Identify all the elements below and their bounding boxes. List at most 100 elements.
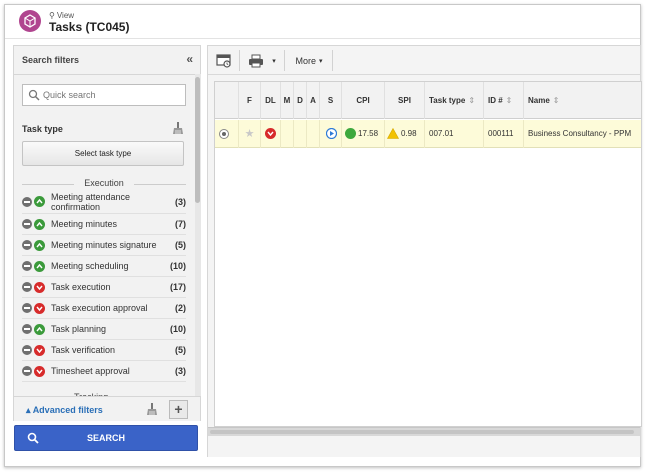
window-view-icon <box>216 53 231 68</box>
filter-item-label: Meeting minutes <box>51 219 118 229</box>
cpi-cell: 17.58 <box>342 120 385 148</box>
toolbar-separator <box>239 50 240 71</box>
column-header-task-type[interactable]: Task type ⇕ <box>425 82 484 119</box>
view-details-button[interactable] <box>212 49 236 72</box>
column-header-d[interactable]: D <box>294 82 307 119</box>
search-icon <box>28 89 40 101</box>
column-header-cpi[interactable]: CPI <box>342 82 385 119</box>
advanced-filters-label: Advanced filters <box>32 405 103 415</box>
minus-icon[interactable] <box>22 240 32 250</box>
chevron-down-icon <box>34 302 45 314</box>
clear-advanced-filters-icon[interactable] <box>146 403 158 415</box>
clear-filter-icon[interactable] <box>172 122 184 134</box>
row-select-cell[interactable] <box>215 120 239 148</box>
minus-icon[interactable] <box>22 282 32 292</box>
search-button[interactable]: SEARCH <box>14 425 198 451</box>
filter-item-label: Task execution <box>51 282 111 292</box>
filter-item[interactable]: Task verification (5) <box>22 340 186 361</box>
page-title: Tasks (TC045) <box>49 20 130 34</box>
minus-icon[interactable] <box>22 303 32 313</box>
chevron-up-icon <box>34 218 45 230</box>
filter-item-label: Task verification <box>51 345 116 355</box>
id-cell: 000111 <box>484 120 524 148</box>
task-type-cell: 007.01 <box>425 120 484 148</box>
toolbar-separator <box>332 50 333 71</box>
filter-item[interactable]: Task execution approval (2) <box>22 298 186 319</box>
spi-value: 0.98 <box>401 129 417 138</box>
column-header-name[interactable]: Name ⇕ <box>524 82 641 119</box>
minus-icon[interactable] <box>22 196 32 207</box>
star-icon[interactable]: ★ <box>245 128 255 140</box>
filter-item[interactable]: Task execution (17) <box>22 277 186 298</box>
filter-item-count: (3) <box>175 196 186 207</box>
page-header: ⚲ View Tasks (TC045) <box>5 5 640 39</box>
grid-scroll-thumb[interactable] <box>210 430 634 434</box>
print-button[interactable] <box>244 49 268 72</box>
filter-item-label: Task planning <box>51 324 107 334</box>
filter-item[interactable]: Timesheet approval (3) <box>22 361 186 382</box>
spi-cell: 0.98 <box>385 120 425 148</box>
filter-item[interactable]: Task planning (10) <box>22 319 186 340</box>
column-header-s[interactable]: S <box>320 82 342 119</box>
filter-item[interactable]: Meeting minutes signature (5) <box>22 235 186 256</box>
advanced-filters-bar: ▴ Advanced filters + <box>14 396 200 421</box>
status-cell <box>320 120 342 148</box>
filter-item-count: (10) <box>169 324 186 334</box>
filter-list-scroll-thumb[interactable] <box>195 77 200 203</box>
more-menu-button[interactable]: More ▾ <box>288 49 330 72</box>
print-dropdown-button[interactable]: ▾ <box>268 49 280 72</box>
grid-header: F DL M D A S CPI SPI Task type ⇕ ID # ⇕ Na… <box>215 82 641 119</box>
column-header-dl[interactable]: DL <box>261 82 281 119</box>
minus-icon[interactable] <box>22 219 32 229</box>
quick-search-field[interactable] <box>22 84 186 106</box>
minus-icon[interactable] <box>22 366 32 376</box>
filter-item-count: (5) <box>175 345 186 355</box>
chevron-down-icon <box>34 344 45 356</box>
add-filter-button[interactable]: + <box>169 400 188 419</box>
column-header-id[interactable]: ID # ⇕ <box>484 82 524 119</box>
collapse-panel-icon[interactable]: « <box>186 52 193 66</box>
m-cell <box>281 120 294 148</box>
view-label: View <box>56 11 75 20</box>
filter-item-label: Meeting minutes signature <box>51 240 157 250</box>
chevron-down-icon <box>34 281 45 293</box>
column-header-name-label: Name <box>528 96 550 105</box>
column-header-spi[interactable]: SPI <box>385 82 425 119</box>
printer-icon <box>249 54 263 67</box>
chevron-up-icon <box>34 196 45 207</box>
minus-icon[interactable] <box>22 345 32 355</box>
plus-icon: + <box>174 401 183 417</box>
grid-horizontal-scrollbar[interactable] <box>208 427 640 436</box>
chevron-down-icon <box>34 365 45 377</box>
minus-icon[interactable] <box>22 324 32 334</box>
filter-item[interactable]: Meeting minutes (7) <box>22 214 186 235</box>
section-execution-heading: Execution <box>14 178 194 188</box>
quick-search-input[interactable] <box>43 87 181 103</box>
results-footer <box>208 436 640 457</box>
filter-item[interactable]: Meeting attendance confirmation (3) <box>22 190 186 214</box>
filter-item-count: (3) <box>175 366 186 376</box>
row-radio[interactable] <box>219 129 229 139</box>
advanced-filters-link[interactable]: ▴ Advanced filters <box>26 405 103 416</box>
filter-item[interactable]: Meeting scheduling (10) <box>22 256 186 277</box>
sort-icon: ⇕ <box>468 96 476 105</box>
green-status-dot-icon <box>345 128 356 139</box>
view-breadcrumb[interactable]: ⚲ View <box>49 11 74 20</box>
search-filters-panel: Search filters « Task type Select task t… <box>13 45 201 421</box>
select-task-type-button[interactable]: Select task type <box>22 141 184 166</box>
magnifier-icon: ⚲ <box>49 11 55 20</box>
column-header-a[interactable]: A <box>307 82 320 119</box>
column-header-m[interactable]: M <box>281 82 294 119</box>
task-type-label: Task type <box>22 124 63 134</box>
search-button-label: SEARCH <box>86 433 125 443</box>
caret-down-icon: ▾ <box>272 57 276 65</box>
filter-item-count: (10) <box>169 261 186 271</box>
search-filters-title: Search filters <box>22 55 80 65</box>
table-row[interactable]: ★ 17.58 0.98 007.01 000111 Business Cons… <box>215 120 641 148</box>
caret-up-icon: ▴ <box>26 405 33 415</box>
chevron-up-icon <box>34 323 45 335</box>
sort-icon: ⇕ <box>505 96 513 105</box>
minus-icon[interactable] <box>22 261 32 271</box>
favorite-cell[interactable]: ★ <box>239 120 261 148</box>
column-header-f[interactable]: F <box>239 82 261 119</box>
